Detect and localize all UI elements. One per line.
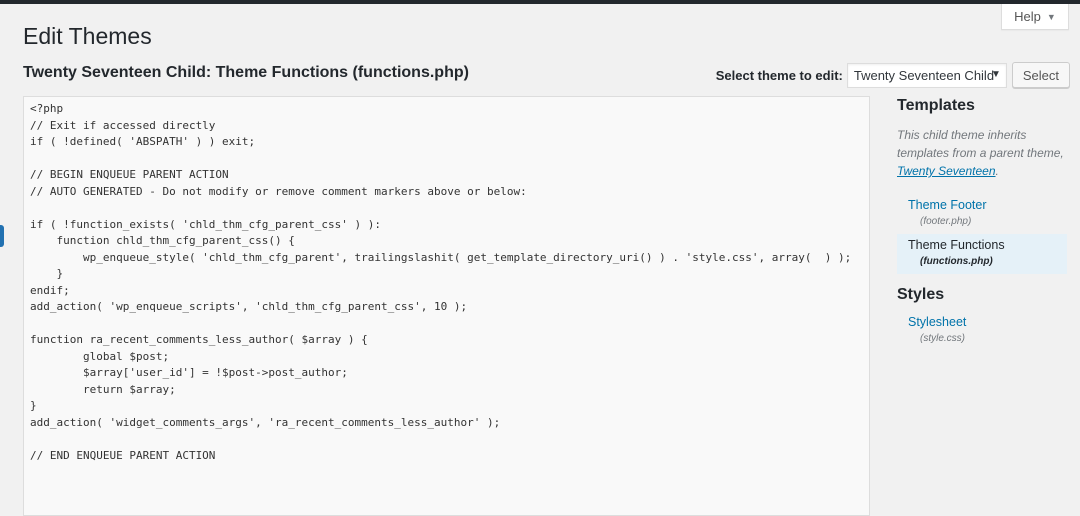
dropdown-arrow-icon: ▼ (990, 68, 1001, 80)
code-line: return $array; (30, 382, 176, 396)
templates-heading: Templates (897, 97, 975, 114)
template-filename: (footer.php) (920, 216, 972, 227)
code-line: endif; (30, 283, 70, 297)
template-name[interactable]: Theme Footer (908, 197, 1056, 214)
code-line: $array['user_id'] = !$post->post_author; (30, 366, 348, 379)
parent-theme-link[interactable]: Twenty Seventeen (897, 164, 996, 178)
code-line: wp_enqueue_style( 'chld_thm_cfg_parent',… (30, 250, 852, 264)
style-file-list: Stylesheet (style.css) (897, 311, 1067, 351)
code-line: add_action( 'widget_comments_args', 'ra_… (30, 415, 501, 429)
code-line: // Exit if accessed directly (30, 118, 216, 132)
select-button[interactable]: Select (1011, 62, 1070, 88)
style-filename: (style.css) (920, 333, 965, 344)
code-line: global $post; (30, 349, 170, 363)
theme-dropdown-value: Twenty Seventeen Child (853, 67, 995, 83)
admin-menu-indicator (0, 225, 4, 247)
code-editor[interactable]: <?php // Exit if accessed directly if ( … (23, 96, 870, 516)
code-line: add_action( 'wp_enqueue_scripts', 'chld_… (30, 300, 468, 313)
code-line: if ( !defined( 'ABSPATH' ) ) exit; (30, 135, 256, 148)
template-item-functions[interactable]: Theme Functions (functions.php) (897, 234, 1067, 274)
code-line: <?php (30, 102, 64, 115)
theme-selector: Select theme to edit: Twenty Seventeen C… (716, 62, 1070, 88)
template-name[interactable]: Theme Functions (908, 237, 1056, 254)
template-filename: (functions.php) (920, 256, 993, 267)
code-line: // AUTO GENERATED - Do not modify or rem… (30, 184, 527, 198)
file-title: Twenty Seventeen Child: Theme Functions … (23, 64, 469, 81)
inherit-text-end: . (995, 164, 999, 178)
code-line: function ra_recent_comments_less_author(… (30, 333, 368, 346)
select-theme-label: Select theme to edit: (715, 67, 843, 83)
style-item-stylesheet[interactable]: Stylesheet (style.css) (897, 311, 1067, 351)
code-line: if ( !function_exists( 'chld_thm_cfg_par… (30, 217, 381, 231)
help-tab-button[interactable]: Help ▼ (1001, 4, 1069, 30)
style-name[interactable]: Stylesheet (908, 314, 1056, 331)
caret-down-icon: ▼ (1046, 11, 1056, 22)
template-file-list: Theme Footer (footer.php) Theme Function… (897, 194, 1067, 274)
inherit-description: This child theme inherits templates from… (897, 126, 1067, 180)
help-label: Help (1014, 9, 1041, 24)
code-line: // BEGIN ENQUEUE PARENT ACTION (30, 168, 229, 181)
inherit-text: This child theme inherits templates from… (897, 128, 1064, 160)
code-line: } (30, 267, 64, 280)
template-item-footer[interactable]: Theme Footer (footer.php) (897, 194, 1067, 234)
theme-files-sidebar: Templates This child theme inherits temp… (897, 96, 1067, 351)
page-title: Edit Themes (23, 23, 152, 49)
code-line: // END ENQUEUE PARENT ACTION (30, 448, 216, 462)
styles-heading: Styles (897, 286, 945, 303)
admin-top-bar (0, 0, 1080, 4)
code-line: function chld_thm_cfg_parent_css() { (30, 234, 295, 247)
theme-dropdown[interactable]: Twenty Seventeen Child ▼ (846, 62, 1007, 88)
code-line: } (30, 399, 37, 412)
